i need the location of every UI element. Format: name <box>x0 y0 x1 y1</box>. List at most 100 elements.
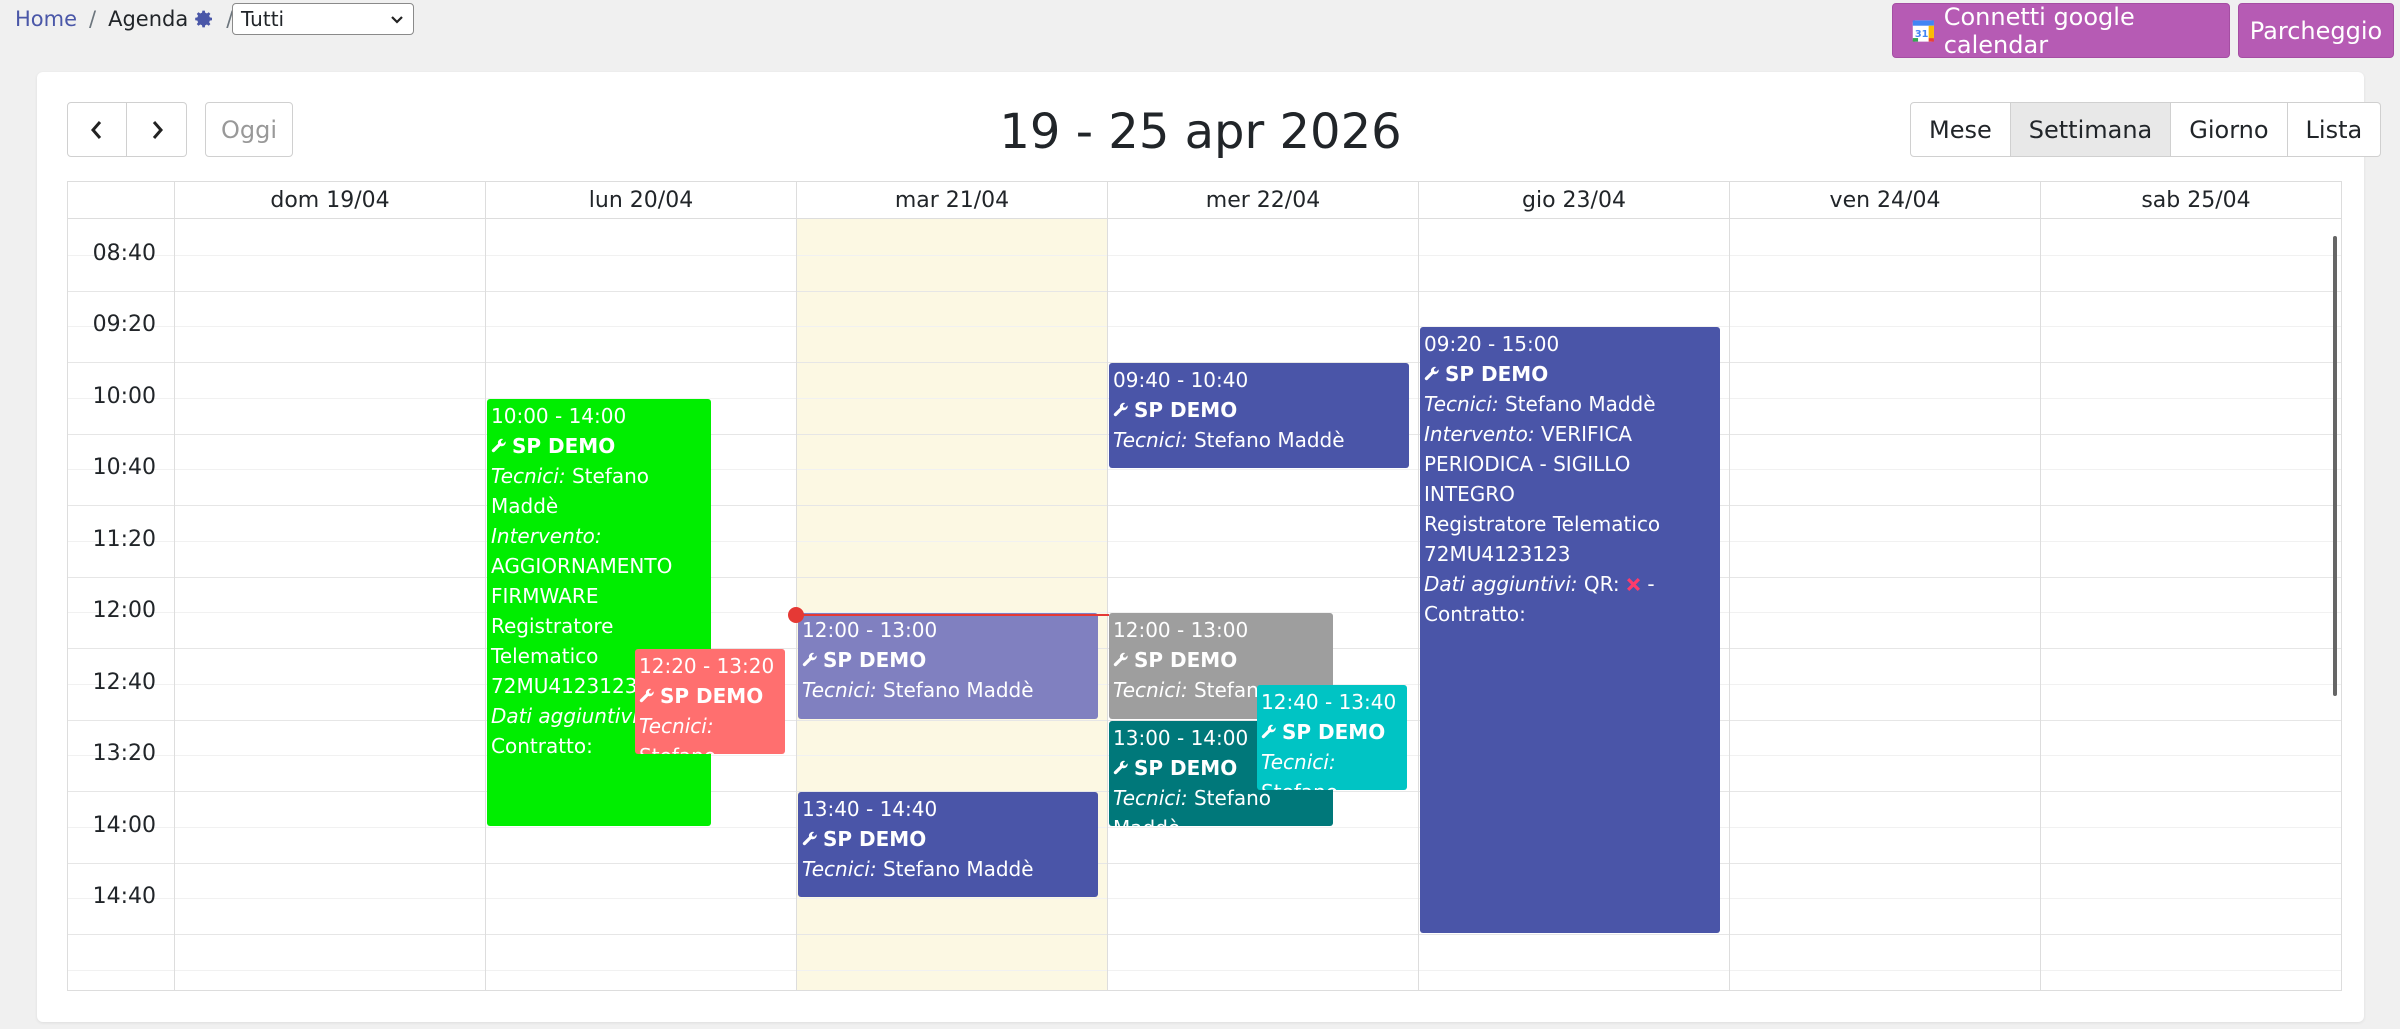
chevron-left-icon <box>91 120 102 139</box>
event-title: SP DEMO <box>802 645 1094 675</box>
day-header: lun 20/04 <box>485 182 796 219</box>
event-tecnici: Tecnici: Stefano Maddè <box>1113 425 1405 455</box>
view-button-lista[interactable]: Lista <box>2287 102 2382 157</box>
next-week-button[interactable] <box>127 102 187 157</box>
time-label: 08:40 <box>92 240 156 266</box>
day-header: gio 23/04 <box>1418 182 1729 219</box>
filter-select[interactable]: Tutti <box>232 3 414 35</box>
calendar-event[interactable]: 09:20 - 15:00 SP DEMO Tecnici: Stefano Mad… <box>1420 327 1720 933</box>
time-grid-body[interactable]: 08:40 09:20 10:00 10:40 11:20 12:00 12:40 13:20… <box>68 219 2341 990</box>
event-time-text: 09:20 - 15:00 <box>1424 332 1560 357</box>
day-header-row: dom 19/04 lun 20/04 mar 21/04 mer 22/04 gio … <box>68 182 2341 219</box>
today-button[interactable]: Oggi <box>205 102 293 157</box>
event-title: SP DEMO <box>491 431 707 461</box>
tecnici-label: Tecnici: <box>1113 678 1188 703</box>
event-time: 12:00 - 13:00 <box>802 615 1094 645</box>
event-time-text: 12:40 - 13:40 <box>1261 689 1397 714</box>
event-time-text: 12:20 - 13:20 <box>639 654 775 678</box>
prev-week-button[interactable] <box>67 102 127 157</box>
view-button-giorno[interactable]: Giorno <box>2171 102 2288 157</box>
event-title: SP DEMO <box>1113 645 1329 675</box>
day-header: sab 25/04 <box>2040 182 2341 219</box>
grid-slot-line <box>68 540 2341 542</box>
tecnici-label: Tecnici: <box>802 857 877 881</box>
event-title-text: SP DEMO <box>512 433 616 458</box>
event-tecnici: Tecnici: Stefano Maddè <box>491 461 707 521</box>
breadcrumb-home-link[interactable]: Home <box>15 7 77 31</box>
dati-value: QR: <box>1583 572 1620 597</box>
grid-slot-line <box>68 469 2341 471</box>
event-intervento: Intervento: AGGIORNAMENTO FIRMWARE <box>491 521 707 611</box>
dati-label: Dati aggiuntivi: <box>1424 572 1578 597</box>
intervento-value: AGGIORNAMENTO FIRMWARE <box>491 553 673 608</box>
calendar-event[interactable]: 10:00 - 14:00 SP DEMO Tecnici: Stefano Mad… <box>487 398 711 826</box>
grid-slot-line <box>68 254 2341 256</box>
day-header: ven 24/04 <box>1729 182 2040 219</box>
event-tecnici: Tecnici: Stefano Maddè <box>802 675 1094 705</box>
wrench-icon <box>1113 760 1128 774</box>
event-time-text: 12:00 - 13:00 <box>1113 618 1249 643</box>
grid-slot-line <box>68 969 2341 971</box>
event-contratto: Contratto: <box>1424 599 1716 629</box>
grid-column-line <box>1418 219 1419 990</box>
event-title-text: SP DEMO <box>1445 362 1549 387</box>
event-title-text: SP DEMO <box>660 684 764 708</box>
google-calendar-icon: 31 <box>1912 19 1934 42</box>
event-time-text: 13:40 - 14:40 <box>802 797 938 821</box>
event-tecnici: Tecnici: Stefano Maddè <box>1424 389 1716 419</box>
serial-value: 72MU4123123 <box>1424 542 1571 567</box>
contratto-label: Contratto: <box>1424 602 1526 627</box>
tecnici-label: Tecnici: <box>639 714 714 738</box>
dati-label: Dati aggiuntivi: <box>491 703 645 728</box>
calendar-event[interactable]: 12:20 - 13:20 SP DEMO Tecnici: Stefano <box>635 649 785 755</box>
parking-button[interactable]: Parcheggio <box>2238 3 2394 58</box>
tecnici-value: Stefano Maddè <box>1504 392 1656 417</box>
wrench-icon <box>491 438 506 452</box>
event-device: Registratore Telematico <box>1424 509 1716 539</box>
breadcrumb-agenda: Agenda <box>108 7 189 31</box>
calendar-event[interactable]: 13:40 - 14:40 SP DEMO Tecnici: Stefano Mad… <box>798 792 1098 898</box>
nav-button-group <box>67 102 187 157</box>
connect-google-calendar-button[interactable]: 31 Connetti google calendar <box>1892 3 2230 59</box>
dati-dash: - <box>1647 572 1655 597</box>
event-time: 10:00 - 14:00 <box>491 401 707 431</box>
scrollbar[interactable] <box>2333 236 2337 696</box>
calendar-event[interactable]: 12:00 - 13:00 SP DEMO Tecnici: Stefano Mad… <box>798 613 1098 719</box>
tecnici-label: Tecnici: <box>491 463 566 488</box>
breadcrumb: Home / Agenda / <box>15 4 245 34</box>
event-time: 09:40 - 10:40 <box>1113 365 1405 395</box>
grid-slot-line <box>68 290 2341 292</box>
event-tecnici: Tecnici: Stefano <box>1261 747 1403 790</box>
event-title-text: SP DEMO <box>1282 719 1386 744</box>
calendar-event[interactable]: 12:40 - 13:40 SP DEMO Tecnici: Stefano <box>1257 684 1407 790</box>
view-button-settimana[interactable]: Settimana <box>2010 102 2172 157</box>
grid-slot-line <box>68 826 2341 828</box>
svg-text:31: 31 <box>1915 29 1929 40</box>
time-label: 10:40 <box>92 455 156 481</box>
event-time: 12:20 - 13:20 <box>639 651 781 681</box>
event-title-text: SP DEMO <box>1134 648 1238 673</box>
device-value: Registratore Telematico <box>1424 512 1661 537</box>
time-label: 14:40 <box>92 884 156 910</box>
gear-icon[interactable] <box>194 9 214 29</box>
time-label: 12:00 <box>92 598 156 624</box>
tecnici-label: Tecnici: <box>802 678 877 703</box>
time-label: 14:00 <box>92 812 156 838</box>
view-button-mese[interactable]: Mese <box>1910 102 2011 157</box>
event-time-text: 12:00 - 13:00 <box>802 618 938 643</box>
grid-column-line <box>485 219 486 990</box>
event-title: SP DEMO <box>802 824 1094 854</box>
serial-value: 72MU4123123 <box>491 673 638 698</box>
grid-slot-line <box>68 326 2341 328</box>
tecnici-value: Stefano <box>1261 780 1338 790</box>
wrench-icon <box>1113 653 1128 667</box>
event-time-text: 09:40 - 10:40 <box>1113 368 1249 392</box>
breadcrumb-separator: / <box>89 7 97 31</box>
wrench-icon <box>639 688 654 703</box>
now-indicator-line <box>796 614 1109 617</box>
grid-slot-line <box>68 505 2341 506</box>
filter-select-value: Tutti <box>241 7 285 31</box>
calendar-event[interactable]: 09:40 - 10:40 SP DEMO Tecnici: Stefano Mad… <box>1109 363 1409 469</box>
device-value: Registratore Telematico <box>491 613 614 668</box>
intervento-label: Intervento: <box>1424 422 1535 447</box>
